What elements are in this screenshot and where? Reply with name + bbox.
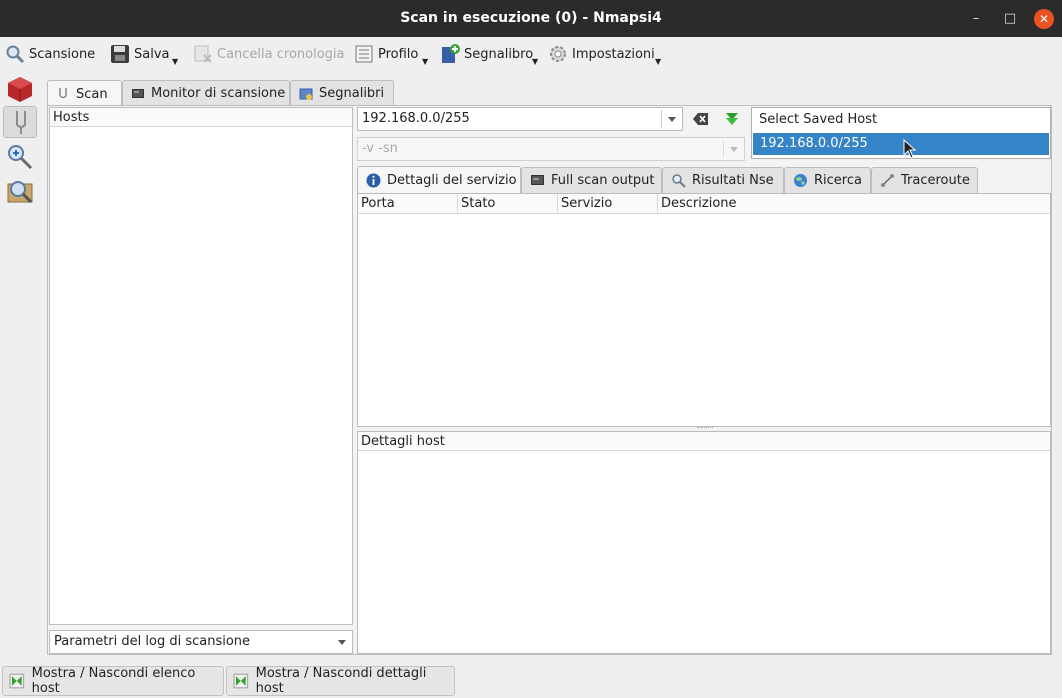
log-parameters-combo[interactable]: Parametri del log di scansione xyxy=(49,630,353,654)
search-icon xyxy=(672,174,686,188)
column-header-port[interactable]: Porta xyxy=(358,194,458,214)
tab-scan[interactable]: Scan xyxy=(47,80,122,107)
gear-icon xyxy=(550,46,566,62)
toggle-details-label: Mostra / Nascondi dettagli host xyxy=(255,666,427,696)
services-table[interactable]: Porta Stato Servizio Descrizione xyxy=(357,193,1051,427)
chevron-down-icon xyxy=(338,640,346,645)
tab-scan-label: Scan xyxy=(76,86,108,102)
splitter-handle[interactable] xyxy=(697,427,713,430)
combo-separator xyxy=(661,110,662,128)
tab-search-label: Ricerca xyxy=(814,173,862,188)
host-details-header: Dettagli host xyxy=(358,432,1050,451)
tuning-fork-icon xyxy=(59,88,67,99)
column-header-description[interactable]: Descrizione xyxy=(658,194,1050,214)
bookmark-add-icon xyxy=(442,44,460,63)
host-details-panel[interactable]: Dettagli host xyxy=(357,431,1051,654)
chevron-down-icon xyxy=(730,147,738,152)
zoom-in-icon[interactable] xyxy=(5,142,35,172)
tab-bookmarks[interactable]: Segnalibri xyxy=(290,80,394,106)
tab-full-scan-output-label: Full scan output xyxy=(551,173,655,188)
hosts-list[interactable]: Hosts xyxy=(49,107,353,625)
profile-label: Profilo xyxy=(378,46,419,62)
tab-nse-results[interactable]: Risultati Nse xyxy=(662,167,784,193)
arrow-down-icon[interactable] xyxy=(724,111,740,127)
saved-host-dropdown: Select Saved Host 192.168.0.0/255 xyxy=(751,107,1051,159)
tab-full-scan-output[interactable]: Full scan output xyxy=(521,167,662,193)
tab-nse-results-label: Risultati Nse xyxy=(692,173,774,188)
toggle-panel-icon xyxy=(9,673,25,689)
tab-traceroute-label: Traceroute xyxy=(901,173,970,188)
globe-icon xyxy=(794,174,807,187)
settings-label: Impostazioni xyxy=(572,46,655,62)
column-header-state[interactable]: Stato xyxy=(458,194,558,214)
toggle-details-button[interactable]: Mostra / Nascondi dettagli host xyxy=(226,666,455,696)
bookmark-label: Segnalibro xyxy=(464,46,534,62)
title-bar: Scan in esecuzione (0) - Nmapsi4 – □ ✕ xyxy=(0,0,1062,37)
maximize-button[interactable]: □ xyxy=(1000,9,1020,29)
minimize-button[interactable]: – xyxy=(966,9,986,29)
window-title: Scan in esecuzione (0) - Nmapsi4 xyxy=(400,10,662,26)
profile-button[interactable]: Profilo xyxy=(354,42,418,66)
combo-separator xyxy=(723,140,724,158)
toggle-panel-icon xyxy=(233,673,249,689)
settings-button[interactable]: Impostazioni xyxy=(548,42,655,66)
terminal-icon xyxy=(531,175,544,185)
toggle-hosts-label: Mostra / Nascondi elenco host xyxy=(31,666,196,696)
profile-dropdown-icon[interactable]: ▼ xyxy=(422,57,428,66)
tuning-fork-icon xyxy=(16,111,26,134)
magnifier-icon xyxy=(6,45,25,64)
tab-service-details-label: Dettagli del servizio xyxy=(387,173,517,188)
monitor-icon xyxy=(132,88,144,98)
floppy-icon xyxy=(111,45,129,63)
mouse-cursor-icon xyxy=(903,139,917,159)
toggle-hosts-button[interactable]: Mostra / Nascondi elenco host xyxy=(2,666,224,696)
traceroute-icon xyxy=(881,174,894,187)
scan-options-combo[interactable]: -v -sn xyxy=(357,137,745,161)
tab-scan-monitor-label: Monitor di scansione xyxy=(151,86,286,101)
settings-dropdown-icon[interactable]: ▼ xyxy=(655,57,661,66)
hosts-header: Hosts xyxy=(50,108,352,127)
bookmarks-icon xyxy=(299,88,313,100)
target-input[interactable]: 192.168.0.0/255 xyxy=(357,107,683,131)
tab-service-details[interactable]: Dettagli del servizio xyxy=(357,166,521,194)
target-value: 192.168.0.0/255 xyxy=(362,111,470,126)
save-label: Salva xyxy=(134,46,170,62)
clear-input-icon[interactable] xyxy=(693,112,709,126)
clear-history-label: Cancella cronologia xyxy=(217,46,345,62)
save-button[interactable]: Salva xyxy=(110,42,170,66)
profile-icon xyxy=(355,45,373,63)
clear-history-button[interactable]: Cancella cronologia xyxy=(193,42,345,66)
main-toolbar: Scansione Salva ▼ Cancella cronologia Pr… xyxy=(0,37,1062,71)
scan-view-toggle[interactable] xyxy=(3,106,37,138)
scan-button[interactable]: Scansione xyxy=(5,42,95,66)
saved-host-item[interactable]: 192.168.0.0/255 xyxy=(753,133,1049,155)
scan-label: Scansione xyxy=(29,46,96,62)
bookmark-button[interactable]: Segnalibro xyxy=(440,42,533,66)
column-header-service[interactable]: Servizio xyxy=(558,194,658,214)
search-map-icon[interactable] xyxy=(5,176,35,206)
close-button[interactable]: ✕ xyxy=(1034,9,1054,29)
tab-bookmarks-label: Segnalibri xyxy=(319,86,385,101)
tab-scan-monitor[interactable]: Monitor di scansione xyxy=(122,80,290,106)
save-dropdown-icon[interactable]: ▼ xyxy=(172,57,178,66)
saved-host-header: Select Saved Host xyxy=(759,112,878,127)
tab-search[interactable]: Ricerca xyxy=(784,167,871,193)
info-icon xyxy=(366,173,381,188)
tab-traceroute[interactable]: Traceroute xyxy=(871,167,978,193)
clear-history-icon xyxy=(194,45,212,63)
chevron-down-icon[interactable] xyxy=(668,117,676,122)
bookmark-dropdown-icon[interactable]: ▼ xyxy=(532,57,538,66)
log-parameters-value: Parametri del log di scansione xyxy=(54,634,251,649)
scan-options-value: -v -sn xyxy=(362,141,398,156)
cube-icon[interactable] xyxy=(5,74,35,104)
